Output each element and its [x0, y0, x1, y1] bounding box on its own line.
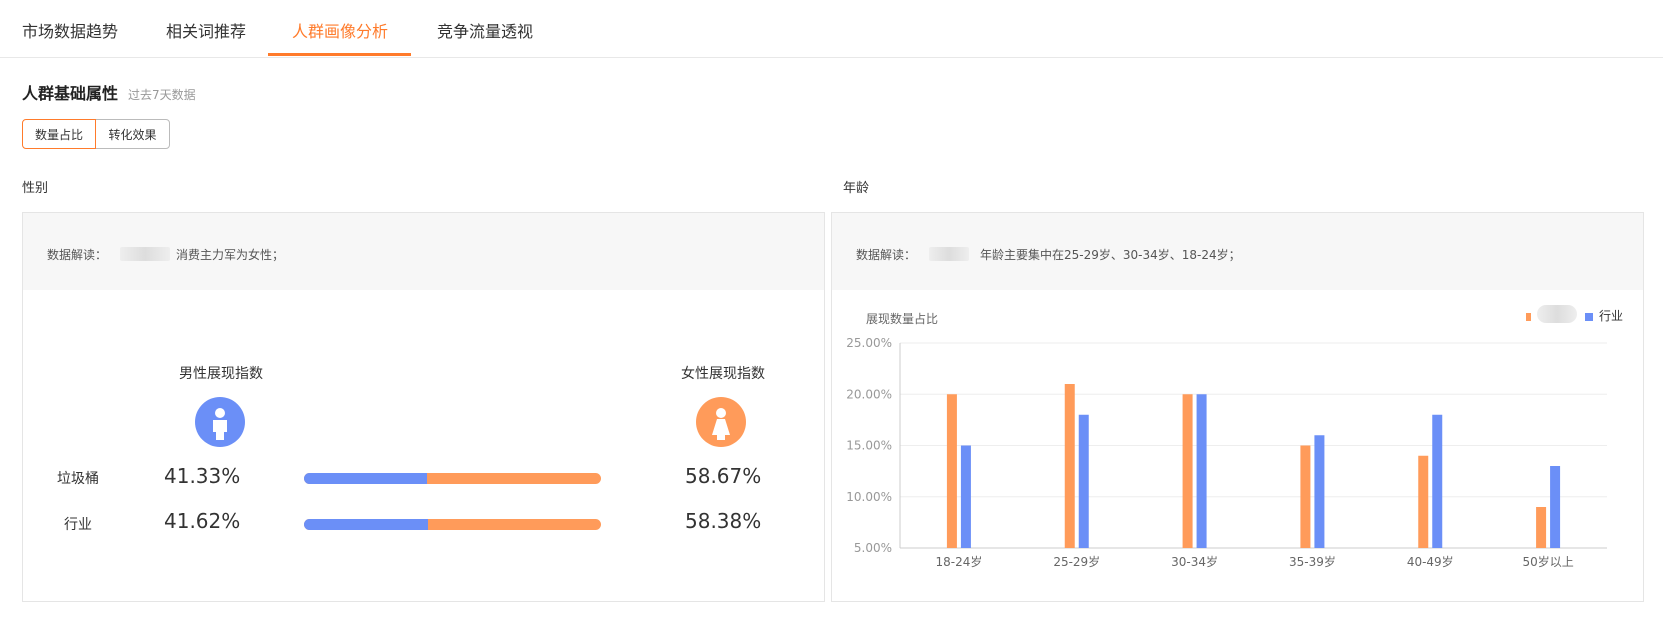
bar-industry: [1078, 414, 1089, 548]
bar-industry: [1196, 394, 1207, 548]
toggle-quantity-ratio[interactable]: 数量占比: [22, 119, 96, 149]
x-tick-label: 30-34岁: [1171, 554, 1218, 569]
section-subtitle: 过去7天数据: [128, 88, 196, 102]
female-pct-industry: 58.38%: [685, 509, 762, 533]
gender-panel: 数据解读： 消费主力军为女性； 男性展现指数 女性展现指数 垃圾桶 41.33%…: [22, 212, 825, 602]
tab-crowd-profile[interactable]: 人群画像分析: [292, 18, 388, 42]
female-icon: [696, 397, 746, 447]
y-tick-label: 10.00%: [846, 490, 892, 504]
chart-legend: 行业: [1525, 302, 1623, 324]
tab-bar: 市场数据趋势 相关词推荐 人群画像分析 竞争流量透视: [0, 0, 1663, 58]
age-bar-chart: 5.00% 10.00% 15.00% 20.00% 25.00% 18-24岁 25-29…: [846, 336, 1607, 569]
gender-bar-industry: [304, 519, 601, 530]
y-tick-label: 25.00%: [846, 336, 892, 350]
bar-self: [1418, 455, 1429, 548]
row-label-self: 垃圾桶: [57, 471, 99, 487]
legend-swatch-industry: [1584, 312, 1593, 321]
female-pct-self: 58.67%: [685, 464, 762, 488]
insight-text: 年龄主要集中在25-29岁、30-34岁、18-24岁；: [980, 248, 1241, 262]
y-tick-label: 5.00%: [854, 541, 892, 555]
insight-label: 数据解读：: [856, 248, 917, 262]
x-tick-label: 50岁以上: [1522, 554, 1573, 569]
tab-related-words[interactable]: 相关词推荐: [166, 18, 246, 42]
male-pct-self: 41.33%: [164, 464, 241, 488]
male-icon: [195, 397, 245, 447]
female-index-heading: 女性展现指数: [681, 366, 765, 382]
bar-self: [1182, 394, 1193, 548]
age-insight: 数据解读： 年龄主要集中在25-29岁、30-34岁、18-24岁；: [832, 213, 1643, 290]
gender-panel-label: 性别: [22, 181, 49, 196]
gender-insight: 数据解读： 消费主力军为女性；: [23, 213, 824, 290]
redacted-shop-name: [120, 247, 170, 261]
x-tick-label: 40-49岁: [1407, 554, 1454, 569]
bar-industry: [1550, 466, 1561, 548]
bar-self: [946, 394, 957, 548]
row-label-industry: 行业: [64, 517, 92, 533]
male-pct-industry: 41.62%: [164, 509, 241, 533]
insight-text: 消费主力军为女性；: [176, 248, 285, 262]
bar-industry: [1314, 435, 1325, 548]
toggle-conversion-effect[interactable]: 转化效果: [95, 119, 170, 149]
age-panel-label: 年龄: [843, 181, 870, 196]
x-tick-label: 18-24岁: [935, 554, 982, 569]
chart-y-axis-title: 展现数量占比: [866, 312, 939, 326]
redacted-shop-name: [929, 247, 969, 261]
y-tick-label: 20.00%: [846, 387, 892, 401]
bar-self: [1300, 445, 1311, 548]
x-tick-label: 35-39岁: [1289, 554, 1336, 569]
active-tab-indicator: [268, 53, 411, 56]
section-title: 人群基础属性: [22, 84, 119, 103]
gender-bar-self: [304, 473, 601, 484]
legend-swatch-self: [1525, 312, 1531, 321]
male-bar-fill: [304, 473, 427, 484]
insight-label: 数据解读：: [47, 248, 108, 262]
y-tick-label: 15.00%: [846, 439, 892, 453]
age-panel: 数据解读： 年龄主要集中在25-29岁、30-34岁、18-24岁； 展现数量占…: [831, 212, 1644, 602]
male-index-heading: 男性展现指数: [179, 366, 263, 382]
male-bar-fill: [304, 519, 428, 530]
tab-market-trend[interactable]: 市场数据趋势: [22, 18, 118, 42]
bar-industry: [1432, 414, 1443, 548]
tab-competition-traffic[interactable]: 竞争流量透视: [437, 18, 533, 42]
bar-self: [1064, 384, 1075, 548]
redacted-shop-name: [1536, 305, 1577, 323]
x-tick-label: 25-29岁: [1053, 554, 1100, 569]
bar-self: [1536, 507, 1547, 548]
bar-industry: [960, 445, 971, 548]
legend-label-industry: 行业: [1598, 309, 1623, 323]
